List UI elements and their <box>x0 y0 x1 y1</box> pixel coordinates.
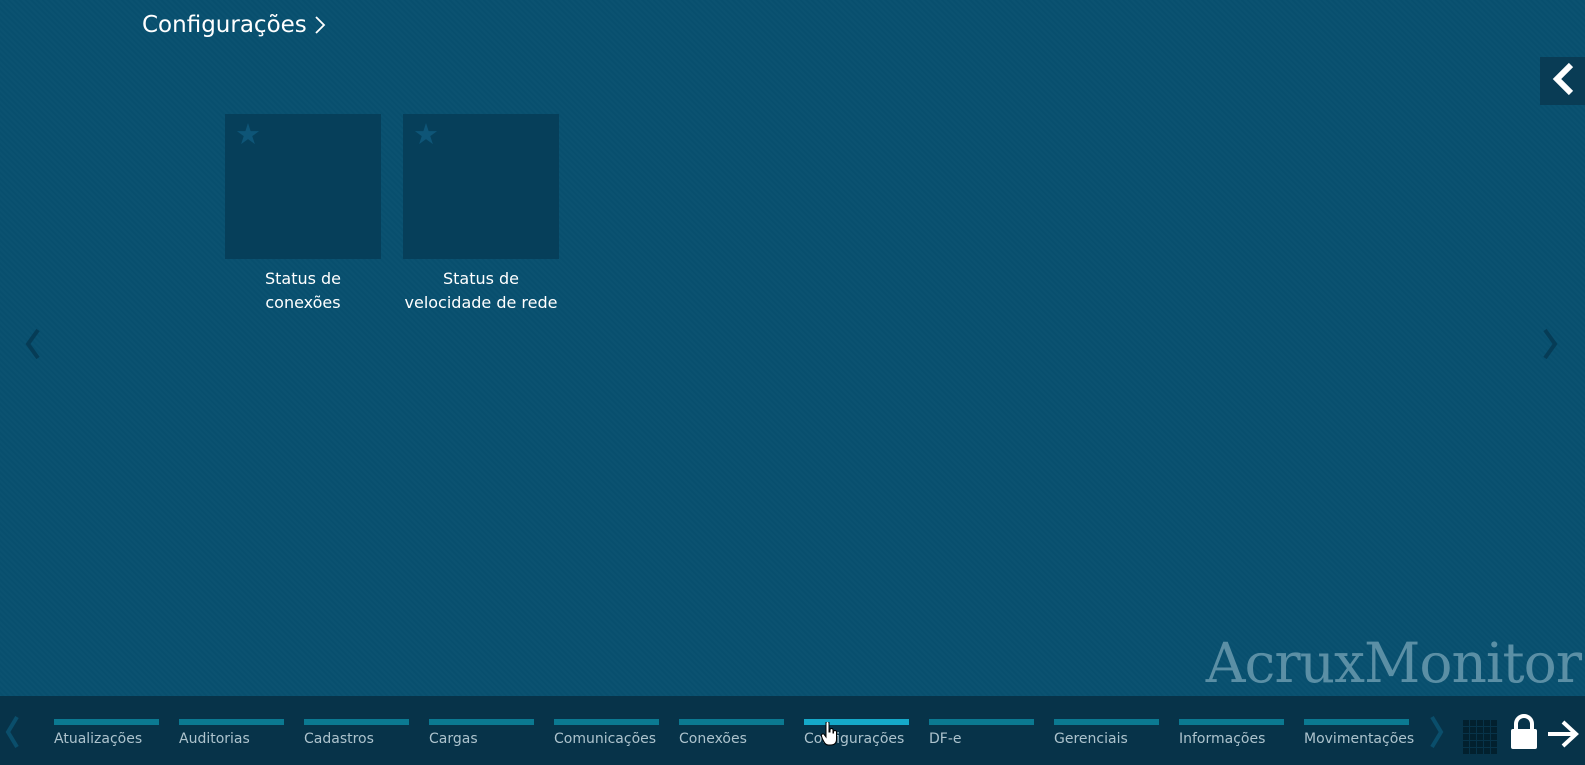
arrow-right-icon[interactable] <box>1546 719 1580 753</box>
star-icon[interactable]: ★ <box>413 120 439 149</box>
chevron-right-icon <box>1428 715 1446 754</box>
tab-label: Gerenciais <box>1054 731 1128 747</box>
tab-label: Conexões <box>679 731 747 747</box>
tab-indicator <box>54 719 159 725</box>
tab-indicator <box>679 719 784 725</box>
tab-configuracoes[interactable]: Configurações <box>804 719 909 747</box>
tab-auditorias[interactable]: Auditorias <box>179 719 284 747</box>
tile-box: ★ <box>403 114 559 259</box>
tab-label: Movimentações <box>1304 731 1415 747</box>
chevron-right-icon <box>313 14 327 36</box>
tab-label: Atualizações <box>54 731 143 747</box>
tab-informacoes[interactable]: Informações <box>1179 719 1284 747</box>
lock-icon[interactable] <box>1510 714 1538 754</box>
tab-label: Configurações <box>804 731 905 747</box>
tab-label: Informações <box>1179 731 1266 747</box>
tile-status-conexoes[interactable]: ★ Status de conexões <box>225 114 381 315</box>
tab-comunicacoes[interactable]: Comunicações <box>554 719 659 747</box>
tab-indicator <box>554 719 659 725</box>
tab-label: Cadastros <box>304 731 374 747</box>
tab-indicator <box>304 719 409 725</box>
nav-scroll-left[interactable] <box>3 714 21 754</box>
page-title-label: Configurações <box>142 12 307 38</box>
tab-label: DF-e <box>929 731 962 747</box>
collapse-panel-button[interactable] <box>1540 57 1585 105</box>
tab-gerenciais[interactable]: Gerenciais <box>1054 719 1159 747</box>
tab-indicator <box>1054 719 1159 725</box>
tab-indicator-active <box>804 719 909 725</box>
tile-label: Status de conexões <box>264 269 342 312</box>
bottom-nav-bar: Atualizações Auditorias Cadastros Cargas… <box>0 696 1585 765</box>
tab-indicator <box>179 719 284 725</box>
tile-box: ★ <box>225 114 381 259</box>
page-next-arrow[interactable] <box>1539 326 1561 366</box>
tab-indicator <box>1179 719 1284 725</box>
tab-label: Cargas <box>429 731 478 747</box>
page-prev-arrow[interactable] <box>22 326 44 366</box>
page-title[interactable]: Configurações <box>142 12 327 38</box>
tab-label: Auditorias <box>179 731 250 747</box>
tab-movimentacoes[interactable]: Movimentações <box>1304 719 1415 747</box>
tab-cadastros[interactable]: Cadastros <box>304 719 409 747</box>
tiles-container: ★ Status de conexões ★ Status de velocid… <box>225 114 559 315</box>
tile-status-velocidade-rede[interactable]: ★ Status de velocidade de rede <box>403 114 559 315</box>
tile-label: Status de velocidade de rede <box>404 269 558 312</box>
tab-indicator <box>1304 719 1409 725</box>
grid-icon[interactable] <box>1463 720 1497 758</box>
tab-df-e[interactable]: DF-e <box>929 719 1034 747</box>
tab-cargas[interactable]: Cargas <box>429 719 534 747</box>
nav-scroll-right[interactable] <box>1428 714 1446 754</box>
chevron-left-icon <box>3 715 21 754</box>
chevron-left-icon <box>22 328 44 366</box>
tab-label: Comunicações <box>554 731 657 747</box>
tab-indicator <box>429 719 534 725</box>
tab-conexoes[interactable]: Conexões <box>679 719 784 747</box>
chevron-left-icon <box>1550 62 1576 100</box>
tab-atualizacoes[interactable]: Atualizações <box>54 719 159 747</box>
star-icon[interactable]: ★ <box>235 120 261 149</box>
tab-indicator <box>929 719 1034 725</box>
chevron-right-icon <box>1539 328 1561 366</box>
brand-logo-text: AcruxMonitor <box>1205 631 1582 695</box>
